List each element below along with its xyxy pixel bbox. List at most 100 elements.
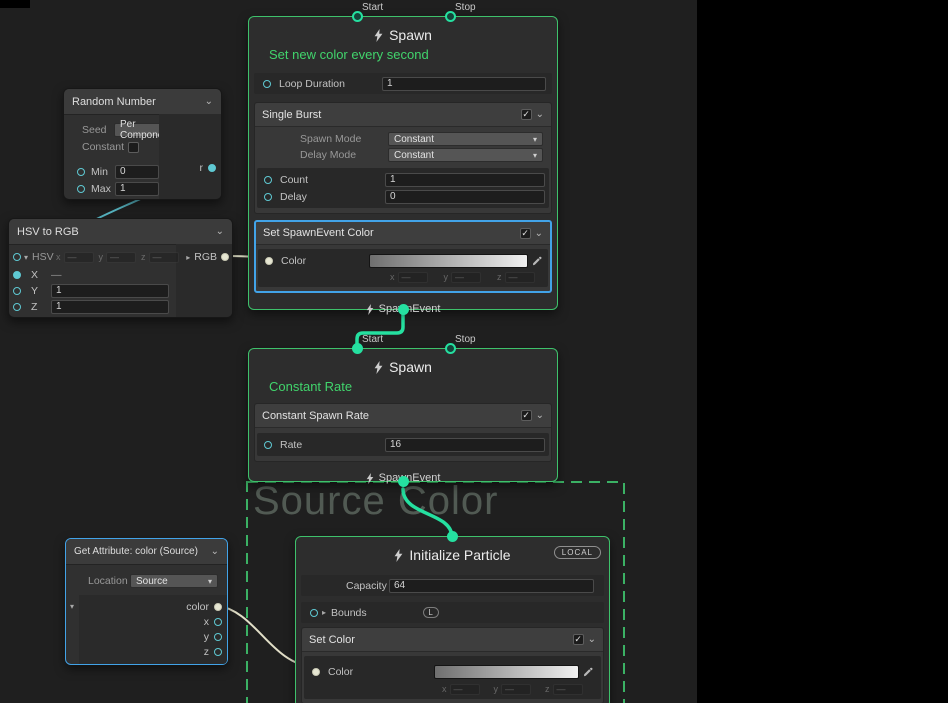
output-y-port[interactable] [214,633,222,641]
loop-duration-port[interactable] [263,80,271,88]
node-spawn-color[interactable]: Start Stop Spawn Set new color every sec… [248,16,558,310]
output-rgb-port[interactable] [221,253,229,261]
max-field[interactable]: 1 [115,182,159,196]
block-title: Single Burst [262,109,521,121]
delay-port[interactable] [264,193,272,201]
collapse-chevron-icon[interactable]: ⌄ [205,96,213,107]
collapse-chevron-icon[interactable]: ⌄ [216,226,224,237]
get-attribute-header[interactable]: Get Attribute: color (Source) ⌄ [66,539,227,565]
context-subtitle[interactable]: Set new color every second [249,45,557,63]
constant-checkbox[interactable] [128,142,139,153]
color-gradient-field[interactable] [369,254,528,268]
node-get-attribute-color[interactable]: Get Attribute: color (Source) ⌄ Location… [65,538,228,665]
color-gradient-field[interactable] [434,665,579,679]
node-random-number[interactable]: Random Number ⌄ Seed Per Component ▾ Con… [63,88,222,200]
block-chevron-icon[interactable]: ⌄ [535,228,543,239]
start-flow-anchor[interactable] [352,11,363,22]
block-chevron-icon[interactable]: ⌄ [588,634,596,645]
color-sub-z[interactable]: z— [545,684,583,695]
constant-spawn-rate-header[interactable]: Constant Spawn Rate ✓ ⌄ [255,404,551,428]
hsv-sub-y[interactable]: y — [99,252,137,263]
node-initialize-particle[interactable]: Initialize Particle LOCAL Capacity 64 ▸ … [295,536,610,703]
collapse-chevron-icon[interactable]: ⌄ [211,546,219,557]
input-flow-anchor[interactable] [447,531,458,542]
block-set-color[interactable]: Set Color ✓ ⌄ Color x— y— z— [301,627,604,703]
single-burst-enabled-checkbox[interactable]: ✓ [521,109,532,120]
min-field[interactable]: 0 [115,165,159,179]
local-space-badge[interactable]: LOCAL [554,546,601,559]
block-chevron-icon[interactable]: ⌄ [536,109,544,120]
block-set-spawnevent-color[interactable]: Set SpawnEvent Color ✓ ⌄ Color x— y— z— [254,220,552,293]
single-burst-header[interactable]: Single Burst ✓ ⌄ [255,103,551,127]
set-spawnevent-color-enabled-checkbox[interactable]: ✓ [520,228,531,239]
output-r-port[interactable] [208,164,216,172]
block-single-burst[interactable]: Single Burst ✓ ⌄ Spawn Mode Constant ▾ D… [254,102,552,214]
color-sub-y[interactable]: y— [494,684,532,695]
context-title-row[interactable]: Spawn [249,25,557,45]
constant-label: Constant [82,141,128,153]
hsv-to-rgb-header[interactable]: HSV to RGB ⌄ [9,219,232,245]
y-port[interactable] [13,287,21,295]
sub-z-label: z [141,252,146,262]
block-chevron-icon[interactable]: ⌄ [536,410,544,421]
spawnevent-flow-anchor[interactable] [398,476,409,487]
stop-flow-anchor[interactable] [445,343,456,354]
color-port[interactable] [312,668,320,676]
lightning-bolt-icon [366,473,374,484]
set-color-header[interactable]: Set Color ✓ ⌄ [302,628,603,652]
sub-x-value: — [64,252,94,263]
rate-port[interactable] [264,441,272,449]
z-field[interactable]: 1 [51,300,169,314]
hsv-port[interactable] [13,253,21,261]
node-hsv-to-rgb[interactable]: HSV to RGB ⌄ ▾ HSV x — y — z — ▸ RGB [8,218,233,318]
dropdown-arrow-icon: ▾ [533,151,537,160]
rgb-expand-triangle-icon[interactable]: ▸ [186,253,190,262]
color-sub-z[interactable]: z— [497,272,535,283]
hsv-sub-z[interactable]: z — [141,252,179,263]
delay-mode-dropdown[interactable]: Constant ▾ [388,148,543,162]
hsv-sub-x[interactable]: x — [56,252,94,263]
location-dropdown[interactable]: Source ▾ [130,574,218,588]
loop-duration-field[interactable]: 1 [382,77,546,91]
set-spawnevent-color-header[interactable]: Set SpawnEvent Color ✓ ⌄ [256,222,550,245]
capacity-field[interactable]: 64 [389,579,594,593]
min-port[interactable] [77,168,85,176]
rate-band: Rate 16 [257,433,549,456]
output-z-port[interactable] [214,648,222,656]
spawnevent-flow-anchor[interactable] [398,304,409,315]
bounds-expand-triangle-icon[interactable]: ▸ [322,608,326,617]
context-subtitle[interactable]: Constant Rate [249,377,557,395]
start-flow-anchor[interactable] [352,343,363,354]
expand-triangle-icon[interactable]: ▾ [70,602,74,611]
sub-z-label: z [545,684,550,694]
expand-triangle-icon[interactable]: ▾ [24,253,28,262]
context-title-row[interactable]: Spawn [249,357,557,377]
stop-flow-anchor[interactable] [445,11,456,22]
z-port[interactable] [13,303,21,311]
count-field[interactable]: 1 [385,173,545,187]
constant-spawn-rate-enabled-checkbox[interactable]: ✓ [521,410,532,421]
rate-field[interactable]: 16 [385,438,545,452]
color-sub-x[interactable]: x— [442,684,480,695]
color-port[interactable] [265,257,273,265]
block-constant-spawn-rate[interactable]: Constant Spawn Rate ✓ ⌄ Rate 16 [254,403,552,462]
color-sub-x[interactable]: x— [390,272,428,283]
count-port[interactable] [264,176,272,184]
eyedropper-icon[interactable] [532,256,542,266]
spawn-mode-dropdown[interactable]: Constant ▾ [388,132,543,146]
lightning-bolt-icon [374,29,383,42]
output-x-port[interactable] [214,618,222,626]
y-field[interactable]: 1 [51,284,169,298]
vfx-graph-canvas[interactable]: Source Color Random Number ⌄ Seed Per Co… [0,0,948,703]
sub-x-label: x [442,684,447,694]
delay-field[interactable]: 0 [385,190,545,204]
eyedropper-icon[interactable] [583,667,593,677]
output-color-port[interactable] [214,603,222,611]
node-spawn-rate[interactable]: Start Stop Spawn Constant Rate Constant … [248,348,558,482]
max-port[interactable] [77,185,85,193]
set-color-enabled-checkbox[interactable]: ✓ [573,634,584,645]
bounds-port[interactable] [310,609,318,617]
color-sub-y[interactable]: y— [444,272,482,283]
x-port[interactable] [13,271,21,279]
random-number-header[interactable]: Random Number ⌄ [64,89,221,115]
